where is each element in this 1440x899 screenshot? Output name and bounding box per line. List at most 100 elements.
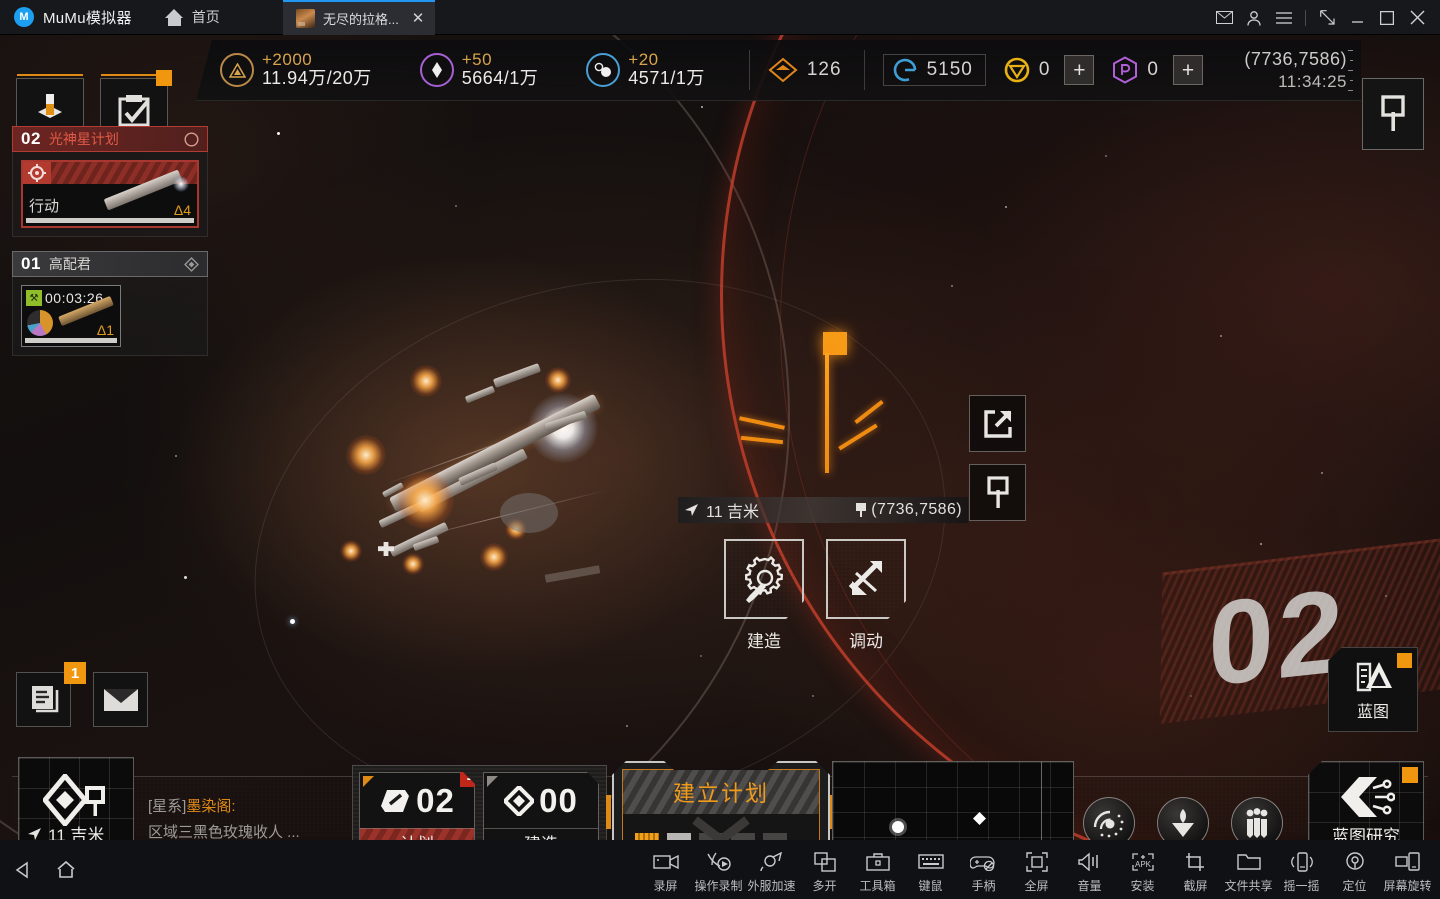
close-icon[interactable] xyxy=(1402,0,1432,35)
queue-item-01[interactable]: 01 高配君 ⚒ 00:03:26 Δ1 xyxy=(12,251,208,356)
currency-energy[interactable]: 5150 xyxy=(882,54,986,86)
establish-plan-inner: 建立计划 xyxy=(622,769,820,840)
currency-credit[interactable]: 0 xyxy=(1004,57,1051,83)
tool-screenshot[interactable]: 截屏 xyxy=(1169,848,1222,899)
plan-build-tabs: 1 02 计划 00 xyxy=(352,765,607,840)
queue-header[interactable]: 02 光神星计划 xyxy=(12,126,208,152)
mail-icon[interactable] xyxy=(1209,0,1239,35)
research-tree-icon xyxy=(1341,776,1395,817)
bottom-circle-actions xyxy=(1083,797,1283,840)
tool-fullscreen[interactable]: 全屏 xyxy=(1010,848,1063,899)
log-button[interactable]: 1 xyxy=(16,662,86,727)
queue-title: 光神星计划 xyxy=(48,131,119,147)
tool-keymapping[interactable]: 键鼠 xyxy=(904,848,957,899)
tool-toolbox[interactable]: 工具箱 xyxy=(851,848,904,899)
fleet-ships[interactable] xyxy=(340,363,660,615)
target-actions: 建造 调动 xyxy=(724,539,968,652)
user-icon[interactable] xyxy=(1239,0,1269,35)
minimap-self-marker[interactable] xyxy=(892,821,904,833)
tool-apk-install[interactable]: APK 安装 xyxy=(1116,848,1169,899)
add-premium-button[interactable]: + xyxy=(1173,55,1203,85)
resource-deuterium[interactable]: +20 4571/1万 xyxy=(586,51,705,88)
tool-volume[interactable]: 音量 xyxy=(1063,848,1116,899)
app-tab-endless-lagrange[interactable]: 无尽的拉格... ✕ xyxy=(283,0,435,35)
tool-shake[interactable]: 摇一摇 xyxy=(1275,848,1328,899)
build-action-label: 建造 xyxy=(747,632,781,651)
minimap-target-marker[interactable] xyxy=(973,812,986,825)
minimap-gridline xyxy=(1041,762,1042,840)
selected-target-beacon[interactable] xyxy=(823,332,847,355)
home-tab[interactable]: 首页 xyxy=(164,7,220,27)
queue-item-02[interactable]: 02 光神星计划 行动 Δ4 xyxy=(12,126,208,237)
tool-gamepad[interactable]: 手柄 xyxy=(957,848,1010,899)
blueprint-research-button[interactable]: 蓝图研究 xyxy=(1308,761,1424,840)
tool-screen-record[interactable]: 录屏 xyxy=(639,848,692,899)
minimize-icon[interactable] xyxy=(1342,0,1372,35)
queue-header[interactable]: 01 高配君 xyxy=(12,251,208,277)
open-external-button[interactable] xyxy=(969,395,1026,452)
build-action[interactable]: 建造 xyxy=(724,539,804,652)
game-viewport[interactable]: 02 +2000 11.94万/20万 +50 5664/1万 +20 4571… xyxy=(0,35,1440,840)
apk-install-icon: APK xyxy=(1130,848,1156,875)
tool-foreign-accel[interactable]: 外服加速 xyxy=(745,848,798,899)
tactical-minimap[interactable] xyxy=(832,761,1074,840)
tab-build-label: 建造 xyxy=(484,828,598,840)
metal-icon xyxy=(220,53,254,87)
close-tab-icon[interactable]: ✕ xyxy=(411,11,425,26)
establish-plan-button[interactable]: 建立计划 xyxy=(612,761,830,840)
blueprint-button[interactable]: 蓝图 xyxy=(1328,647,1418,732)
add-credit-button[interactable]: + xyxy=(1064,55,1095,85)
hud-time: 11:34:25 xyxy=(1278,71,1347,91)
divider xyxy=(1305,9,1306,26)
place-marker-button[interactable] xyxy=(969,464,1026,521)
tool-multi-instance[interactable]: 多开 xyxy=(798,848,851,899)
step-seg-5 xyxy=(763,832,787,840)
menu-icon[interactable] xyxy=(1269,0,1299,35)
restore-icon[interactable] xyxy=(1312,0,1342,35)
queue-card[interactable]: 行动 Δ4 xyxy=(21,160,199,228)
tool-rotate-screen[interactable]: 屏幕旋转 xyxy=(1381,848,1434,899)
step-seg-done xyxy=(667,832,691,840)
tool-file-share[interactable]: 文件共享 xyxy=(1222,848,1275,899)
multi-instance-icon xyxy=(813,848,836,875)
deuterium-gain: +20 xyxy=(628,50,659,70)
tool-label: 定位 xyxy=(1342,879,1367,893)
target-distance-value: 11 吉米 xyxy=(706,504,760,521)
shake-icon xyxy=(1289,848,1315,875)
resource-metal[interactable]: +2000 11.94万/20万 xyxy=(220,51,372,88)
system-chat-text[interactable]: [星系]墨染阁: 区域三黑色玫瑰收人 ... xyxy=(148,795,348,840)
volume-icon xyxy=(1077,848,1102,875)
window-controls xyxy=(1209,0,1432,35)
transfer-action[interactable]: 调动 xyxy=(826,539,906,652)
emulator-titlebar: M MuMu模拟器 首页 无尽的拉格... ✕ xyxy=(0,0,1440,35)
map-pin-icon xyxy=(856,503,867,517)
tool-location[interactable]: 定位 xyxy=(1328,848,1381,899)
radar-button[interactable] xyxy=(1083,797,1135,840)
home-button[interactable] xyxy=(44,840,88,899)
system-thumbnail[interactable]: 11 吉米 xyxy=(18,757,134,840)
tool-label: 录屏 xyxy=(653,879,678,893)
maximize-icon[interactable] xyxy=(1372,0,1402,35)
resource-crystal[interactable]: +50 5664/1万 xyxy=(419,51,539,88)
corner-marker-decor xyxy=(487,776,498,787)
establish-plan-steps xyxy=(623,814,819,840)
back-button[interactable] xyxy=(0,840,44,899)
place-marker-hud-button[interactable] xyxy=(1362,78,1424,150)
collect-button[interactable] xyxy=(1157,797,1209,840)
tab-plan[interactable]: 1 02 计划 xyxy=(359,772,475,840)
crew-button[interactable] xyxy=(1231,797,1283,840)
currency-credit-value: 0 xyxy=(1038,59,1051,80)
currency-premium[interactable]: 0 xyxy=(1112,56,1159,84)
system-chat-prefix: [星系] xyxy=(148,798,187,815)
home-icon xyxy=(57,860,75,878)
target-coordinates: (7736,7586) xyxy=(855,501,968,519)
tool-macro-record[interactable]: 操作录制 xyxy=(692,848,745,899)
video-camera-icon xyxy=(652,848,679,875)
download-arrow-icon xyxy=(1172,809,1194,837)
tab-build[interactable]: 00 建造 xyxy=(483,772,599,840)
metal-value: 11.94万/20万 xyxy=(262,68,372,89)
deuterium-icon xyxy=(586,53,621,87)
mail-button[interactable] xyxy=(93,672,148,727)
queue-card[interactable]: ⚒ 00:03:26 Δ1 xyxy=(21,285,121,347)
hud-scale-decor xyxy=(1348,50,1353,92)
